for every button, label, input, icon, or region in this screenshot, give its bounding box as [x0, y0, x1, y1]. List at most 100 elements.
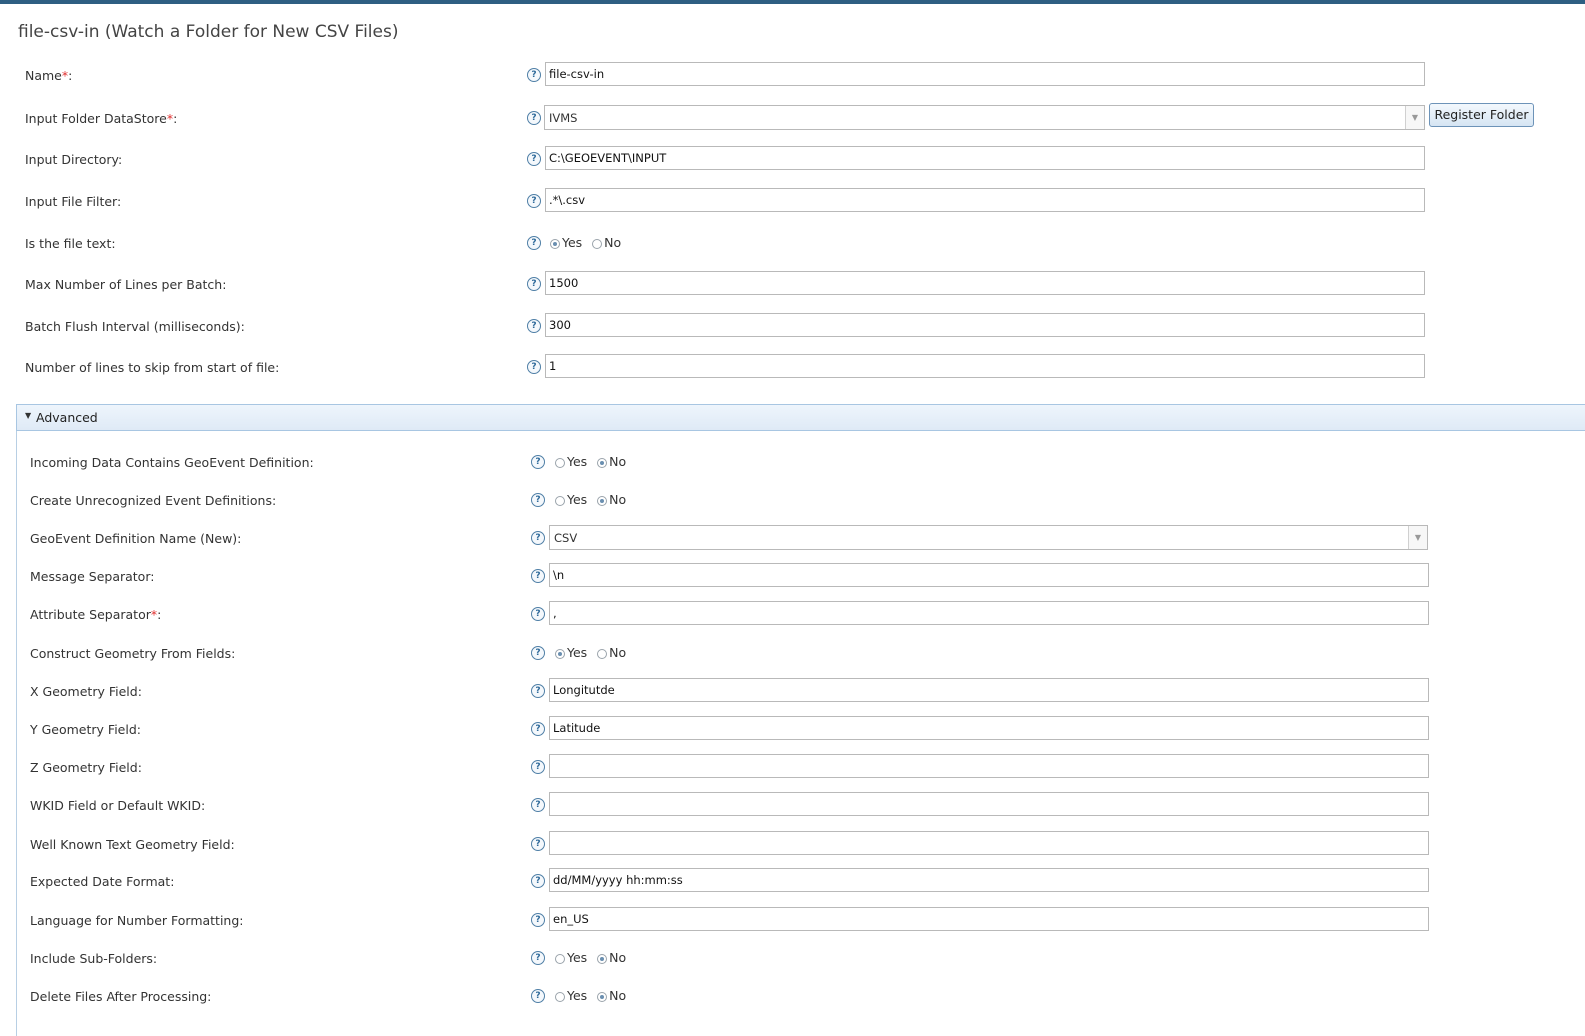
page-title: file-csv-in (Watch a Folder for New CSV … — [18, 22, 399, 42]
row-max-lines: Max Number of Lines per Batch: ? — [0, 271, 1585, 297]
delete-files-radio-group: Yes No — [555, 988, 632, 1003]
caret-down-icon: ▼ — [25, 411, 32, 420]
row-attr-sep: Attribute Separator*: ? — [0, 601, 1585, 627]
date-format-input[interactable] — [549, 868, 1429, 892]
input-file-filter-input[interactable] — [545, 188, 1425, 212]
help-icon[interactable]: ? — [527, 68, 541, 82]
help-icon[interactable]: ? — [531, 684, 545, 698]
sub-folders-yes-radio[interactable] — [555, 954, 565, 964]
y-field-label: Y Geometry Field: — [30, 722, 141, 737]
construct-geom-no-radio[interactable] — [597, 649, 608, 659]
row-is-text: Is the file text: ? Yes No — [0, 230, 1585, 256]
help-icon[interactable]: ? — [531, 874, 545, 888]
advanced-section-toggle[interactable]: ▼ Advanced — [16, 404, 1585, 431]
help-icon[interactable]: ? — [527, 152, 541, 166]
language-input[interactable] — [549, 907, 1429, 931]
help-icon[interactable]: ? — [527, 194, 541, 208]
row-input-file-filter: Input File Filter: ? — [0, 188, 1585, 214]
sub-folders-radio-group: Yes No — [555, 950, 632, 965]
max-lines-label: Max Number of Lines per Batch: — [25, 277, 227, 292]
create-unrecognized-yes-radio[interactable] — [555, 496, 565, 506]
row-construct-geom: Construct Geometry From Fields: ? Yes No — [0, 640, 1585, 666]
delete-files-label: Delete Files After Processing: — [30, 989, 212, 1004]
row-flush-interval: Batch Flush Interval (milliseconds): ? — [0, 313, 1585, 339]
help-icon[interactable]: ? — [531, 837, 545, 851]
z-field-input[interactable] — [549, 754, 1429, 778]
delete-files-no-radio[interactable] — [597, 992, 608, 1002]
date-format-label: Expected Date Format: — [30, 874, 175, 889]
datastore-select[interactable]: IVMS ▼ — [544, 105, 1425, 130]
row-z-field: Z Geometry Field: ? — [0, 754, 1585, 780]
register-folder-button[interactable]: Register Folder — [1429, 103, 1534, 127]
help-icon[interactable]: ? — [527, 277, 541, 291]
help-icon[interactable]: ? — [531, 760, 545, 774]
skip-lines-label: Number of lines to skip from start of fi… — [25, 360, 280, 375]
row-input-directory: Input Directory: ? — [0, 146, 1585, 172]
create-unrecognized-radio-group: Yes No — [555, 492, 632, 507]
help-icon[interactable]: ? — [527, 111, 541, 125]
help-icon[interactable]: ? — [531, 569, 545, 583]
row-y-field: Y Geometry Field: ? — [0, 716, 1585, 742]
delete-files-yes-radio[interactable] — [555, 992, 565, 1002]
create-unrecognized-no-radio[interactable] — [597, 496, 608, 506]
x-field-label: X Geometry Field: — [30, 684, 142, 699]
y-field-input[interactable] — [549, 716, 1429, 740]
wkid-label: WKID Field or Default WKID: — [30, 798, 206, 813]
row-wkt: Well Known Text Geometry Field: ? — [0, 831, 1585, 857]
help-icon[interactable]: ? — [531, 798, 545, 812]
row-create-unrecognized: Create Unrecognized Event Definitions: ?… — [0, 487, 1585, 513]
help-icon[interactable]: ? — [531, 722, 545, 736]
wkt-label: Well Known Text Geometry Field: — [30, 837, 235, 852]
input-directory-input[interactable] — [545, 146, 1425, 170]
row-name: Name*: ? — [0, 62, 1585, 88]
row-x-field: X Geometry Field: ? — [0, 678, 1585, 704]
help-icon[interactable]: ? — [531, 951, 545, 965]
attr-sep-input[interactable] — [549, 601, 1429, 625]
is-text-label: Is the file text: — [25, 236, 116, 251]
incoming-def-radio-group: Yes No — [555, 454, 632, 469]
construct-geom-label: Construct Geometry From Fields: — [30, 646, 236, 661]
language-label: Language for Number Formatting: — [30, 913, 244, 928]
msg-sep-input[interactable] — [549, 563, 1429, 587]
help-icon[interactable]: ? — [531, 493, 545, 507]
help-icon[interactable]: ? — [527, 360, 541, 374]
row-sub-folders: Include Sub-Folders: ? Yes No — [0, 945, 1585, 971]
wkid-input[interactable] — [549, 792, 1429, 816]
help-icon[interactable]: ? — [531, 646, 545, 660]
name-input[interactable] — [545, 62, 1425, 86]
row-incoming-def: Incoming Data Contains GeoEvent Definiti… — [0, 449, 1585, 475]
help-icon[interactable]: ? — [527, 236, 541, 250]
help-icon[interactable]: ? — [531, 607, 545, 621]
row-def-name: GeoEvent Definition Name (New): ? CSV ▼ — [0, 525, 1585, 551]
row-date-format: Expected Date Format: ? — [0, 868, 1585, 894]
skip-lines-input[interactable] — [545, 354, 1425, 378]
help-icon[interactable]: ? — [531, 989, 545, 1003]
wkt-input[interactable] — [549, 831, 1429, 855]
flush-interval-input[interactable] — [545, 313, 1425, 337]
input-directory-label: Input Directory: — [25, 152, 123, 167]
top-accent-bar — [0, 0, 1585, 4]
help-icon[interactable]: ? — [531, 455, 545, 469]
incoming-def-label: Incoming Data Contains GeoEvent Definiti… — [30, 455, 314, 470]
z-field-label: Z Geometry Field: — [30, 760, 142, 775]
is-text-yes-radio[interactable] — [550, 239, 560, 249]
help-icon[interactable]: ? — [531, 531, 545, 545]
construct-geom-yes-radio[interactable] — [555, 649, 565, 659]
row-skip-lines: Number of lines to skip from start of fi… — [0, 354, 1585, 380]
sub-folders-no-radio[interactable] — [597, 954, 608, 964]
incoming-def-yes-radio[interactable] — [555, 458, 565, 468]
attr-sep-label: Attribute Separator*: — [30, 607, 162, 622]
max-lines-input[interactable] — [545, 271, 1425, 295]
chevron-down-icon[interactable]: ▼ — [1408, 526, 1427, 549]
is-text-no-radio[interactable] — [592, 239, 603, 249]
chevron-down-icon[interactable]: ▼ — [1405, 106, 1424, 129]
row-wkid: WKID Field or Default WKID: ? — [0, 792, 1585, 818]
incoming-def-no-radio[interactable] — [597, 458, 608, 468]
help-icon[interactable]: ? — [531, 913, 545, 927]
flush-interval-label: Batch Flush Interval (milliseconds): — [25, 319, 245, 334]
msg-sep-label: Message Separator: — [30, 569, 155, 584]
advanced-section-label: Advanced — [36, 410, 98, 425]
help-icon[interactable]: ? — [527, 319, 541, 333]
x-field-input[interactable] — [549, 678, 1429, 702]
def-name-select[interactable]: CSV ▼ — [549, 525, 1428, 550]
